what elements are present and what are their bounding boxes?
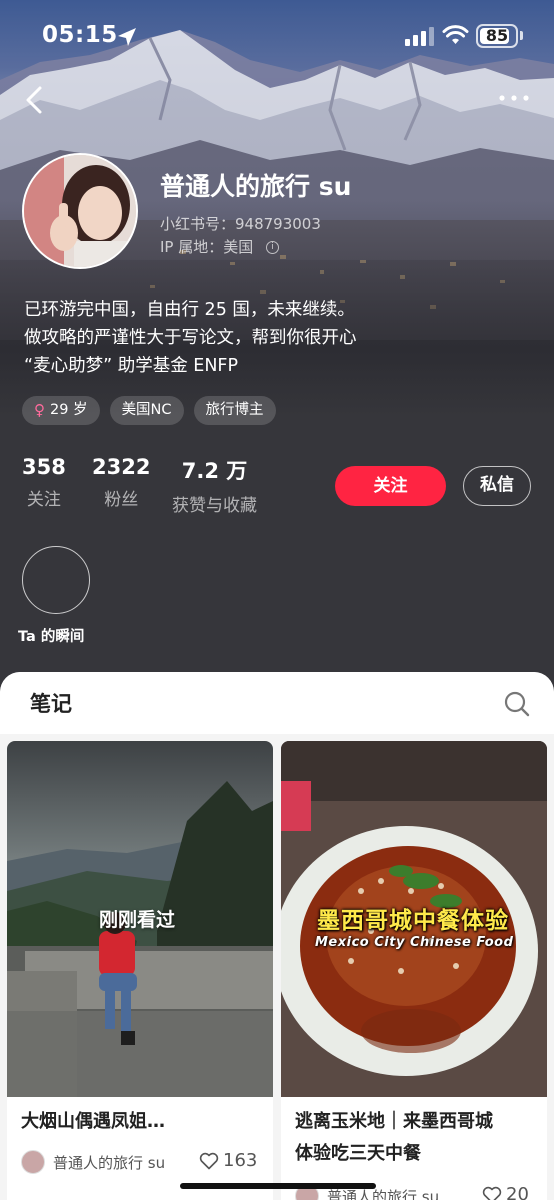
stat-followers[interactable]: 2322 粉丝 [92, 455, 150, 510]
author-avatar [21, 1150, 45, 1174]
note-cover-image: 刚刚看过 [7, 741, 273, 1097]
note-likes[interactable]: 20 [482, 1184, 529, 1200]
stat-followers-count: 2322 [92, 455, 151, 479]
search-icon[interactable] [503, 690, 531, 718]
location-arrow-icon [118, 28, 136, 46]
tag-location-label: 美国NC [121, 402, 172, 418]
red-id: 小红书号：948793003 [160, 215, 321, 233]
note-author[interactable]: 普通人的旅行 su [21, 1150, 165, 1174]
note-cover-image: 墨西哥城中餐体验 Mexico City Chinese Food [281, 741, 547, 1097]
stat-likes-count: 7.2 万 [181, 459, 248, 483]
profile-tags: ♀ 29 岁 美国NC 旅行博主 [22, 396, 276, 426]
status-bar: 05:15 85 [0, 0, 554, 70]
moments-label: Ta 的瞬间 [18, 629, 85, 645]
bio-line: “麦心助梦” 助学基金 ENFP [24, 356, 239, 376]
profile-name: 普通人的旅行 su [160, 172, 352, 201]
note-title: 逃离玉米地｜来墨西哥城 体验吃三天中餐 [295, 1106, 535, 1170]
tag-age-label: 29 岁 [50, 402, 88, 418]
stat-followers-label: 粉丝 [104, 490, 139, 510]
battery-icon: 85 [476, 24, 518, 48]
bio-line: 做攻略的严谨性大于写论文，帮到你很开心 [24, 328, 357, 348]
notes-panel: 笔记 刚刚看过 大烟山偶遇凤姐… 墨西哥城中餐体验 Mexico City Ch… [0, 672, 554, 1200]
stat-following-label: 关注 [26, 490, 61, 510]
stat-following-count: 358 [22, 455, 66, 479]
author-name: 普通人的旅行 su [53, 1153, 166, 1172]
cover-overlay-subtitle: Mexico City Chinese Food [315, 935, 514, 950]
stat-likes[interactable]: 7.2 万 获赞与收藏 [172, 455, 257, 516]
info-icon[interactable]: i [266, 241, 280, 254]
note-title-line: 逃离玉米地｜来墨西哥城 [295, 1111, 493, 1132]
profile-bio: 已环游完中国，自由行 25 国，未来继续。 做攻略的严谨性大于写论文，帮到你很开… [24, 296, 524, 380]
tag-age: ♀ 29 岁 [22, 396, 100, 425]
battery-percent: 85 [485, 26, 509, 45]
tag-category-label: 旅行博主 [205, 402, 264, 418]
note-card-2[interactable]: 墨西哥城中餐体验 Mexico City Chinese Food 逃离玉米地｜… [281, 741, 547, 1200]
note-card-1[interactable]: 刚刚看过 大烟山偶遇凤姐… [7, 741, 273, 1200]
stat-following[interactable]: 358 关注 [22, 455, 66, 510]
more-options-icon[interactable] [494, 86, 534, 110]
tab-notes[interactable]: 笔记 [30, 688, 72, 718]
stat-likes-label: 获赞与收藏 [172, 496, 257, 516]
note-likes[interactable]: 163 [199, 1150, 257, 1171]
avatar[interactable] [22, 153, 138, 269]
wifi-icon [442, 25, 469, 44]
status-time: 05:15 [42, 22, 118, 48]
recently-viewed-badge: 刚刚看过 [99, 909, 176, 931]
ip-location-text: IP 属地：美国 [160, 238, 254, 256]
moments-avatar[interactable] [22, 546, 90, 614]
female-icon: ♀ [34, 401, 45, 419]
notes-header: 笔记 [0, 672, 554, 734]
back-icon[interactable] [18, 80, 54, 120]
tag-location: 美国NC [109, 396, 184, 425]
cellular-signal-icon [405, 27, 434, 46]
note-title-line: 体验吃三天中餐 [295, 1143, 421, 1164]
note-title: 大烟山偶遇凤姐… [21, 1111, 165, 1132]
heart-icon [199, 1152, 219, 1169]
tag-category: 旅行博主 [193, 396, 276, 425]
cover-overlay-title: 墨西哥城中餐体验 [317, 908, 509, 934]
likes-count: 20 [506, 1184, 529, 1200]
ip-location: IP 属地：美国 i [160, 236, 280, 257]
home-indicator [180, 1183, 376, 1189]
follow-button[interactable]: 关注 [335, 466, 446, 506]
heart-icon [482, 1186, 502, 1200]
message-button[interactable]: 私信 [463, 466, 531, 506]
likes-count: 163 [223, 1150, 258, 1171]
bio-line: 已环游完中国，自由行 25 国，未来继续。 [24, 300, 355, 320]
